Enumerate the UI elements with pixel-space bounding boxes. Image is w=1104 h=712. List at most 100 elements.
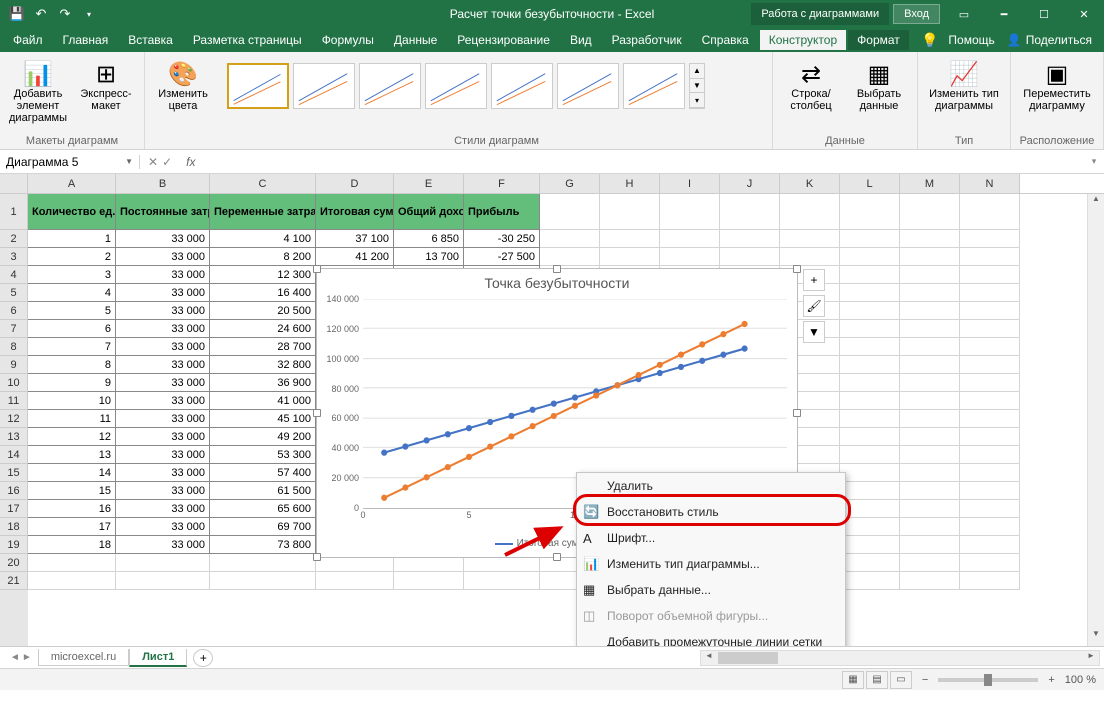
sheet-tab-2[interactable]: Лист1 xyxy=(129,649,187,667)
cell[interactable]: 15 xyxy=(28,482,116,500)
cell[interactable] xyxy=(840,518,900,536)
row-header[interactable]: 15 xyxy=(0,464,28,482)
cell[interactable] xyxy=(900,410,960,428)
cell[interactable]: -30 250 xyxy=(464,230,540,248)
cell[interactable]: 10 xyxy=(28,392,116,410)
cell[interactable]: 33 000 xyxy=(116,428,210,446)
cell[interactable] xyxy=(780,230,840,248)
cell[interactable] xyxy=(900,194,960,230)
style-gallery-scroll[interactable]: ▲▼▾ xyxy=(689,63,705,109)
cell[interactable]: 33 000 xyxy=(116,248,210,266)
cell[interactable] xyxy=(840,284,900,302)
cell[interactable]: 33 000 xyxy=(116,464,210,482)
formula-input[interactable] xyxy=(201,155,1084,169)
cell[interactable]: 41 200 xyxy=(316,248,394,266)
cell[interactable] xyxy=(394,572,464,590)
row-header[interactable]: 2 xyxy=(0,230,28,248)
cell[interactable]: Постоянные затраты xyxy=(116,194,210,230)
chart-style-2[interactable] xyxy=(293,63,355,109)
tab-file[interactable]: Файл xyxy=(4,30,52,50)
cell[interactable]: 12 300 xyxy=(210,266,316,284)
cell[interactable]: Итоговая сумма зарат xyxy=(316,194,394,230)
cell[interactable] xyxy=(960,374,1020,392)
ctx-select-data[interactable]: ▦Выбрать данные... xyxy=(577,577,845,603)
cell[interactable]: 28 700 xyxy=(210,338,316,356)
cell[interactable] xyxy=(960,482,1020,500)
cell[interactable] xyxy=(720,248,780,266)
redo-icon[interactable]: ↷ xyxy=(54,3,76,25)
row-header[interactable]: 1 xyxy=(0,194,28,230)
cell[interactable] xyxy=(840,482,900,500)
cell[interactable] xyxy=(960,338,1020,356)
cell[interactable]: 69 700 xyxy=(210,518,316,536)
chart-style-5[interactable] xyxy=(491,63,553,109)
formula-expand-icon[interactable]: ▾ xyxy=(1084,156,1104,167)
cell[interactable] xyxy=(960,302,1020,320)
cell[interactable]: 14 xyxy=(28,464,116,482)
fx-icon[interactable]: fx xyxy=(180,155,201,169)
cell[interactable] xyxy=(720,194,780,230)
col-header[interactable]: L xyxy=(840,174,900,193)
row-header[interactable]: 11 xyxy=(0,392,28,410)
cell[interactable] xyxy=(960,392,1020,410)
cell[interactable] xyxy=(900,464,960,482)
row-header[interactable]: 12 xyxy=(0,410,28,428)
cell[interactable] xyxy=(900,266,960,284)
cell[interactable]: 36 900 xyxy=(210,374,316,392)
normal-view-icon[interactable]: ▦ xyxy=(842,671,864,689)
col-header[interactable]: H xyxy=(600,174,660,193)
zoom-in-icon[interactable]: + xyxy=(1048,674,1054,686)
maximize-icon[interactable]: ☐ xyxy=(1024,0,1064,28)
row-header[interactable]: 9 xyxy=(0,356,28,374)
tab-review[interactable]: Рецензирование xyxy=(448,30,559,50)
sign-in-button[interactable]: Вход xyxy=(893,4,940,24)
cell[interactable]: -27 500 xyxy=(464,248,540,266)
cell[interactable] xyxy=(840,302,900,320)
cell[interactable] xyxy=(840,446,900,464)
cell[interactable] xyxy=(960,536,1020,554)
cell[interactable]: 32 800 xyxy=(210,356,316,374)
name-box-dropdown-icon[interactable]: ▼ xyxy=(125,157,133,166)
cell[interactable] xyxy=(900,356,960,374)
chart-filter-icon[interactable]: ▼ xyxy=(803,321,825,343)
chart-style-7[interactable] xyxy=(623,63,685,109)
cell[interactable]: 49 200 xyxy=(210,428,316,446)
cell[interactable]: 33 000 xyxy=(116,320,210,338)
cell[interactable] xyxy=(900,554,960,572)
col-header[interactable]: B xyxy=(116,174,210,193)
cell[interactable]: 73 800 xyxy=(210,536,316,554)
page-layout-icon[interactable]: ▤ xyxy=(866,671,888,689)
cancel-formula-icon[interactable]: ✕ xyxy=(148,155,158,169)
col-header[interactable]: C xyxy=(210,174,316,193)
cell[interactable] xyxy=(900,572,960,590)
row-header[interactable]: 7 xyxy=(0,320,28,338)
cell[interactable]: 33 000 xyxy=(116,356,210,374)
cell[interactable] xyxy=(210,572,316,590)
cell[interactable] xyxy=(210,554,316,572)
row-header[interactable]: 6 xyxy=(0,302,28,320)
row-header[interactable]: 4 xyxy=(0,266,28,284)
cell[interactable]: 33 000 xyxy=(116,518,210,536)
tell-me-label[interactable]: Помощь xyxy=(948,33,994,47)
chart-style-6[interactable] xyxy=(557,63,619,109)
col-header[interactable]: N xyxy=(960,174,1020,193)
cell[interactable] xyxy=(960,500,1020,518)
cell[interactable]: 6 xyxy=(28,320,116,338)
cell[interactable] xyxy=(960,248,1020,266)
cell[interactable] xyxy=(840,554,900,572)
cell[interactable] xyxy=(840,374,900,392)
name-box[interactable]: Диаграмма 5 ▼ xyxy=(0,155,140,169)
add-chart-element-button[interactable]: 📊 Добавить элемент диаграммы xyxy=(6,56,70,128)
cell[interactable] xyxy=(960,446,1020,464)
undo-icon[interactable]: ↶ xyxy=(30,3,52,25)
cell[interactable]: 41 000 xyxy=(210,392,316,410)
cell[interactable] xyxy=(540,230,600,248)
cell[interactable] xyxy=(900,284,960,302)
cell[interactable] xyxy=(900,392,960,410)
qat-customize-icon[interactable]: ▾ xyxy=(78,3,100,25)
cell[interactable] xyxy=(900,482,960,500)
row-header[interactable]: 8 xyxy=(0,338,28,356)
cell[interactable] xyxy=(660,230,720,248)
cell[interactable] xyxy=(540,248,600,266)
cell[interactable]: 57 400 xyxy=(210,464,316,482)
